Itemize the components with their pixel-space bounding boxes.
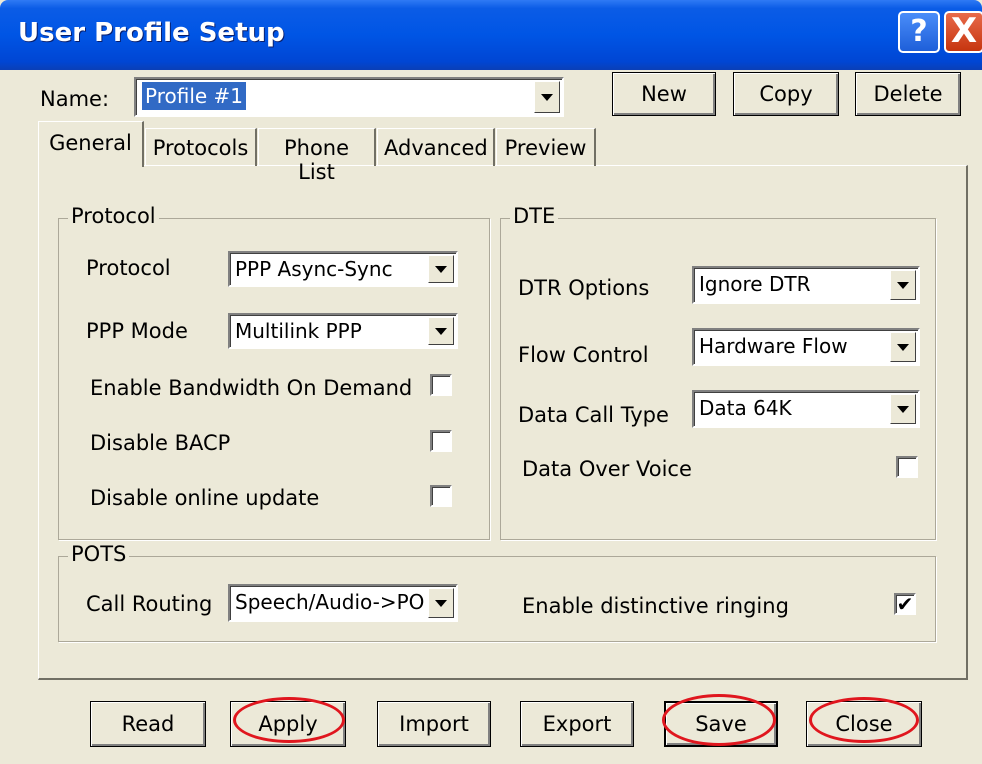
call-routing-select-value: Speech/Audio->PO [235,590,425,614]
import-button[interactable]: Import [377,701,491,747]
bandwidth-on-demand-label: Enable Bandwidth On Demand [90,376,413,400]
disable-bacp-label: Disable BACP [90,431,231,455]
protocol-select-value: PPP Async-Sync [235,257,393,281]
apply-highlight-oval [233,697,345,743]
read-button[interactable]: Read [90,701,206,747]
tab-advanced[interactable]: Advanced [377,128,495,166]
call-routing-label: Call Routing [86,592,213,616]
chevron-down-icon[interactable] [890,270,916,300]
chevron-down-icon[interactable] [428,317,454,345]
dtr-options-select-value: Ignore DTR [699,272,811,296]
flow-control-select[interactable]: Hardware Flow [692,328,920,366]
profile-name-combo[interactable]: Profile #1 [134,77,564,117]
tab-protocols[interactable]: Protocols [145,128,257,166]
help-button[interactable]: ? [898,11,940,53]
close-icon: X [950,11,978,51]
data-over-voice-label: Data Over Voice [522,457,692,481]
chevron-down-icon[interactable] [534,81,560,113]
chevron-down-icon[interactable] [428,255,454,283]
name-label: Name: [40,87,110,111]
data-call-type-select[interactable]: Data 64K [692,390,920,428]
flow-control-select-value: Hardware Flow [699,334,848,358]
close-window-button[interactable]: X [944,11,982,53]
tab-phone-list[interactable]: Phone List [258,128,376,184]
distinctive-ringing-label: Enable distinctive ringing [522,594,789,618]
distinctive-ringing-checkbox[interactable]: ✔ [894,593,916,615]
data-call-type-select-value: Data 64K [699,396,792,420]
disable-online-update-checkbox[interactable] [430,485,452,507]
profile-name-value: Profile #1 [142,82,247,110]
tab-general[interactable]: General [38,121,144,167]
ppp-mode-select-value: Multilink PPP [235,319,362,343]
help-icon: ? [910,14,928,49]
tab-preview[interactable]: Preview [496,128,596,166]
close-highlight-oval [809,697,919,743]
bandwidth-on-demand-checkbox[interactable] [430,374,452,396]
pots-group-title: POTS [68,542,130,566]
chevron-down-icon[interactable] [890,394,916,424]
save-highlight-oval [662,694,776,746]
disable-bacp-checkbox[interactable] [430,430,452,452]
flow-control-label: Flow Control [518,343,649,367]
disable-online-update-label: Disable online update [90,486,320,510]
call-routing-select[interactable]: Speech/Audio->PO [228,584,458,622]
copy-button[interactable]: Copy [733,72,839,116]
data-over-voice-checkbox[interactable] [896,456,918,478]
protocol-select[interactable]: PPP Async-Sync [228,251,458,287]
protocol-group-title: Protocol [68,204,159,228]
window-title: User Profile Setup [18,18,285,48]
data-call-type-label: Data Call Type [518,403,669,427]
dtr-options-label: DTR Options [518,276,650,300]
delete-button[interactable]: Delete [855,72,961,116]
chevron-down-icon[interactable] [890,332,916,362]
export-button[interactable]: Export [520,701,634,747]
check-icon: ✔ [896,592,914,616]
dte-group-title: DTE [510,204,559,228]
dtr-options-select[interactable]: Ignore DTR [692,266,920,304]
protocol-label: Protocol [86,256,171,280]
ppp-mode-label: PPP Mode [86,319,188,343]
new-button[interactable]: New [612,72,716,116]
chevron-down-icon[interactable] [428,588,454,618]
ppp-mode-select[interactable]: Multilink PPP [228,313,458,349]
